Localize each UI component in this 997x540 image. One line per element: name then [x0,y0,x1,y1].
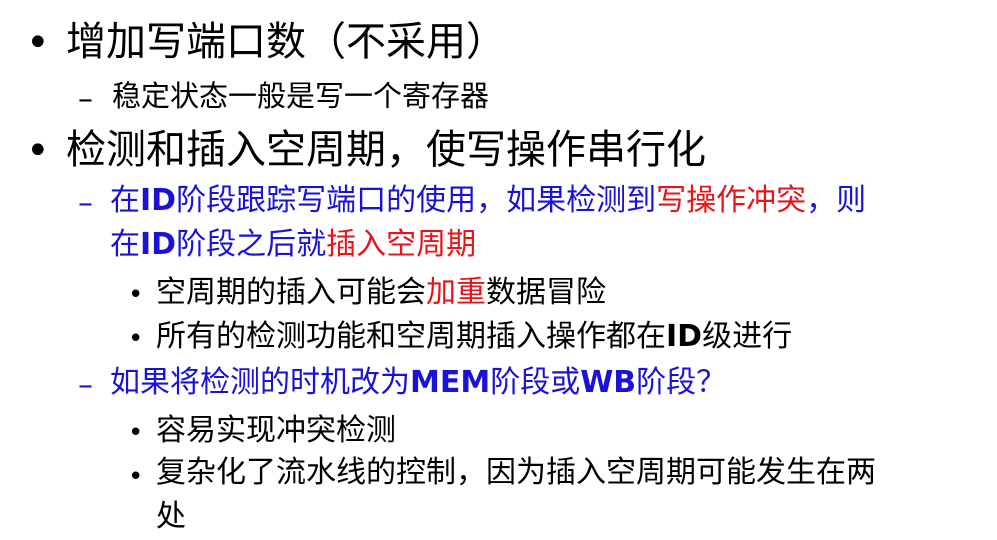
text-segment-id: ID [666,319,703,354]
bullet-marker: • [128,462,144,492]
bullet-marker: • [128,418,144,448]
bullet-add-write-ports: 增加写端口数（不采用） [66,19,506,65]
text-segment-id: ID [140,227,177,262]
dash-marker: – [78,186,93,221]
text-segment-id: ID [140,183,177,218]
text-segment: 如果将检测的时机改为 [110,365,410,400]
text-segment: 阶段跟踪写端口的使用，如果检测到 [176,183,657,218]
bullet-marker: • [128,280,144,310]
slide: • 增加写端口数（不采用） – 稳定状态一般是写一个寄存器 • 检测和插入空周期… [0,0,997,540]
sub-bullet-track-write-port-line1: 在ID阶段跟踪写端口的使用，如果检测到写操作冲突，则 [110,186,866,216]
bullet-marker: • [128,324,144,354]
text-highlight-insert-stall: 插入空周期 [326,227,477,262]
text-segment: 所有的检测功能和空周期插入操作都在 [156,319,666,354]
text-segment: ，则 [806,183,867,218]
text-segment: 数据冒险 [486,275,606,310]
bullet-marker: • [26,20,50,66]
sub-bullet-mem-wb-question: 如果将检测的时机改为MEM阶段或WB阶段？ [110,368,726,398]
bullet-detect-insert-stall: 检测和插入空周期，使写操作串行化 [66,127,706,173]
sub-sub-bullet-data-hazard: 空周期的插入可能会加重数据冒险 [156,278,606,308]
sub-sub-bullet-id-stage-detection: 所有的检测功能和空周期插入操作都在ID级进行 [156,322,792,352]
sub-bullet-stable-state: 稳定状态一般是写一个寄存器 [112,79,490,113]
sub-sub-bullet-complex-control-line2: 处 [156,499,186,534]
text-segment: 阶段或 [490,365,581,400]
text-segment: 在 [110,227,140,262]
sub-sub-bullet-easy-detection: 容易实现冲突检测 [156,413,396,448]
dash-marker: – [78,82,93,117]
text-segment-mem: MEM [410,365,491,400]
text-segment: 阶段之后就 [176,227,327,262]
bullet-marker: • [26,128,50,174]
text-highlight-aggravate: 加重 [426,275,486,310]
text-highlight-write-conflict: 写操作冲突 [656,183,807,218]
sub-bullet-track-write-port-line2: 在ID阶段之后就插入空周期 [110,230,476,260]
dash-marker: – [78,368,93,403]
sub-sub-bullet-complex-control-line1: 复杂化了流水线的控制，因为插入空周期可能发生在两 [156,455,876,490]
text-segment: 级进行 [702,319,793,354]
text-segment-wb: WB [580,365,637,400]
text-segment: 阶段？ [636,365,727,400]
text-segment: 在 [110,183,140,218]
text-segment: 空周期的插入可能会 [156,275,426,310]
